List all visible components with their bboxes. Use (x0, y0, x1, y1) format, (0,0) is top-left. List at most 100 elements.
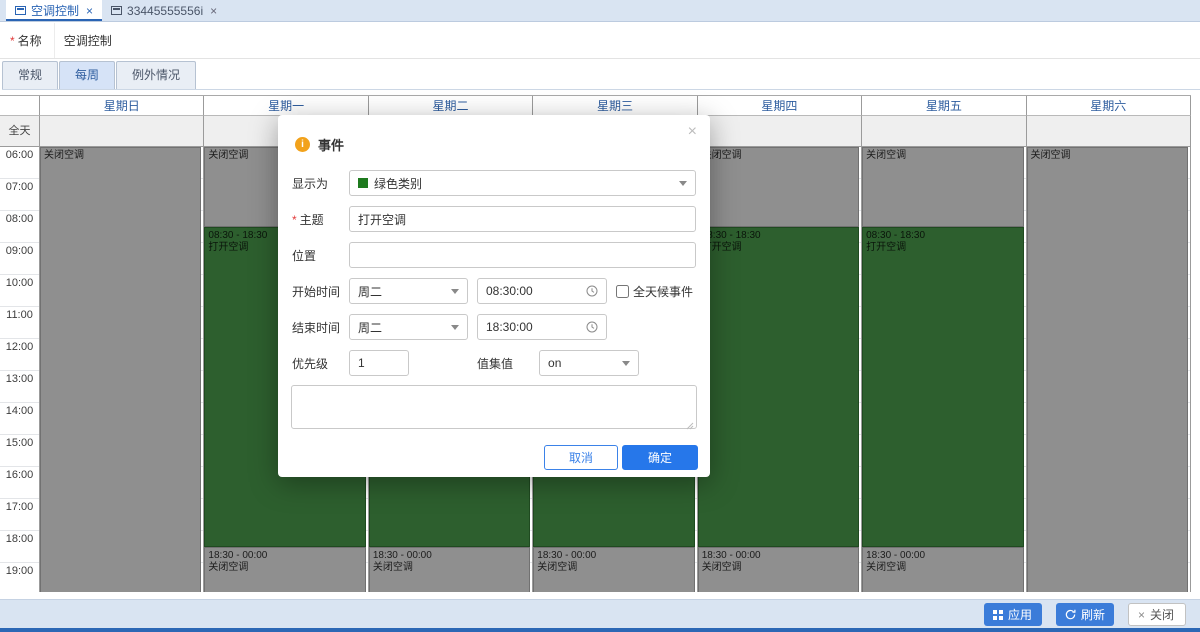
calendar-corner (0, 96, 40, 116)
calendar-event[interactable]: 18:30 - 00:00关闭空调 (204, 547, 365, 592)
notes-textarea[interactable] (291, 385, 697, 429)
document-tab[interactable]: 33445555556i × (102, 0, 226, 21)
close-button-label: 关闭 (1150, 606, 1174, 623)
day-column[interactable]: 关闭空调08:30 - 18:30打开空调18:30 - 00:00关闭空调 (698, 147, 862, 592)
day-column[interactable]: 关闭空调 (1027, 147, 1191, 592)
event-time: 18:30 - 00:00 (373, 550, 526, 562)
cancel-button[interactable]: 取消 (544, 445, 618, 470)
day-header: 星期一 (204, 96, 368, 116)
close-button[interactable]: × 关闭 (1128, 603, 1186, 626)
subject-input[interactable] (349, 206, 696, 232)
display-as-select[interactable]: 绿色类别 (349, 170, 696, 196)
tab-close-icon[interactable]: × (210, 4, 217, 18)
location-label: 位置 (292, 247, 349, 264)
start-time-input[interactable]: 08:30:00 (477, 278, 607, 304)
day-header: 星期三 (533, 96, 697, 116)
required-asterisk: * (10, 34, 15, 48)
day-column[interactable]: 关闭空调 (40, 147, 204, 592)
document-icon (111, 6, 122, 15)
info-icon: i (295, 137, 310, 152)
calendar-event[interactable]: 18:30 - 00:00关闭空调 (369, 547, 530, 592)
value-set-select[interactable]: on (539, 350, 639, 376)
clock-icon (586, 321, 598, 333)
document-tab[interactable]: 空调控制× (6, 0, 102, 21)
time-label: 18:00 (0, 531, 39, 563)
app-window: 空调控制×33445555556i× * 名称 常规每周例外情况 星期日星期一星… (0, 0, 1200, 632)
close-x-icon: × (1138, 608, 1145, 622)
calendar-event[interactable]: 关闭空调 (40, 147, 201, 592)
allday-checkbox-label: 全天候事件 (633, 283, 693, 300)
view-tab[interactable]: 常规 (2, 61, 58, 89)
refresh-button[interactable]: 刷新 (1056, 603, 1114, 626)
location-input[interactable] (349, 242, 696, 268)
event-title: 关闭空调 (866, 150, 1019, 162)
dialog-title: 事件 (318, 135, 344, 154)
calendar-event[interactable]: 08:30 - 18:30打开空调 (698, 227, 859, 547)
apply-button[interactable]: 应用 (984, 603, 1042, 626)
calendar-event[interactable]: 关闭空调 (698, 147, 859, 227)
chevron-down-icon (622, 361, 630, 366)
chevron-down-icon (679, 181, 687, 186)
calendar-event[interactable]: 18:30 - 00:00关闭空调 (698, 547, 859, 592)
time-label: 14:00 (0, 403, 39, 435)
schedule-icon (15, 6, 26, 15)
time-label: 11:00 (0, 307, 39, 339)
time-label: 08:00 (0, 211, 39, 243)
tab-close-icon[interactable]: × (86, 4, 93, 18)
subject-label: *主题 (292, 211, 349, 228)
allday-checkbox[interactable] (616, 285, 629, 298)
display-as-label: 显示为 (292, 175, 349, 192)
end-time-input[interactable]: 18:30:00 (477, 314, 607, 340)
calendar-event[interactable]: 08:30 - 18:30打开空调 (862, 227, 1023, 547)
time-label: 07:00 (0, 179, 39, 211)
clock-icon (586, 285, 598, 297)
view-tab-bar: 常规每周例外情况 (2, 61, 1200, 90)
start-day-select[interactable]: 周二 (349, 278, 468, 304)
time-label: 09:00 (0, 243, 39, 275)
chevron-down-icon (451, 325, 459, 330)
priority-input[interactable] (349, 350, 409, 376)
apply-button-label: 应用 (1008, 606, 1032, 623)
display-as-value: 绿色类别 (374, 175, 422, 192)
event-title: 打开空调 (702, 242, 855, 254)
ok-button[interactable]: 确定 (622, 445, 698, 470)
calendar-event[interactable]: 18:30 - 00:00关闭空调 (862, 547, 1023, 592)
name-input[interactable] (54, 23, 1200, 58)
end-day-select[interactable]: 周二 (349, 314, 468, 340)
event-title: 关闭空调 (44, 150, 197, 162)
tab-label: 33445555556i (127, 4, 203, 18)
document-tab-bar: 空调控制× 33445555556i × (0, 0, 1200, 22)
end-time-label: 结束时间 (292, 319, 349, 336)
event-time: 08:30 - 18:30 (866, 230, 1019, 242)
time-column: 06:0007:0008:0009:0010:0011:0012:0013:00… (0, 147, 40, 592)
calendar-event[interactable]: 关闭空调 (1027, 147, 1188, 592)
dialog-header: i 事件 (295, 135, 344, 154)
day-header: 星期六 (1027, 96, 1191, 116)
event-title: 关闭空调 (702, 562, 855, 574)
end-day-value: 周二 (358, 319, 382, 336)
calendar-event[interactable]: 关闭空调 (862, 147, 1023, 227)
priority-label: 优先级 (292, 355, 349, 372)
display-as-row: 显示为 绿色类别 (292, 170, 696, 196)
all-day-cell[interactable] (40, 116, 204, 147)
all-day-cell[interactable] (862, 116, 1026, 147)
event-title: 关闭空调 (1031, 150, 1184, 162)
start-time-label: 开始时间 (292, 283, 349, 300)
event-title: 关闭空调 (373, 562, 526, 574)
value-set-label: 值集值 (477, 355, 513, 372)
time-label: 13:00 (0, 371, 39, 403)
priority-row: 优先级 值集值 on (292, 350, 696, 376)
all-day-cell[interactable] (1027, 116, 1191, 147)
bottom-strip (0, 628, 1200, 632)
dialog-close-icon[interactable]: × (688, 124, 697, 140)
time-label: 17:00 (0, 499, 39, 531)
view-tab[interactable]: 每周 (59, 61, 115, 89)
view-tab[interactable]: 例外情况 (116, 61, 196, 89)
time-label: 16:00 (0, 467, 39, 499)
event-title: 关闭空调 (537, 562, 690, 574)
day-column[interactable]: 关闭空调 08:30 - 18:30打开空调18:30 - 00:00关闭空调 (862, 147, 1026, 592)
calendar-event[interactable]: 18:30 - 00:00关闭空调 (533, 547, 694, 592)
end-time-row: 结束时间 周二 18:30:00 (292, 314, 696, 340)
refresh-button-label: 刷新 (1081, 606, 1105, 623)
all-day-cell[interactable] (698, 116, 862, 147)
